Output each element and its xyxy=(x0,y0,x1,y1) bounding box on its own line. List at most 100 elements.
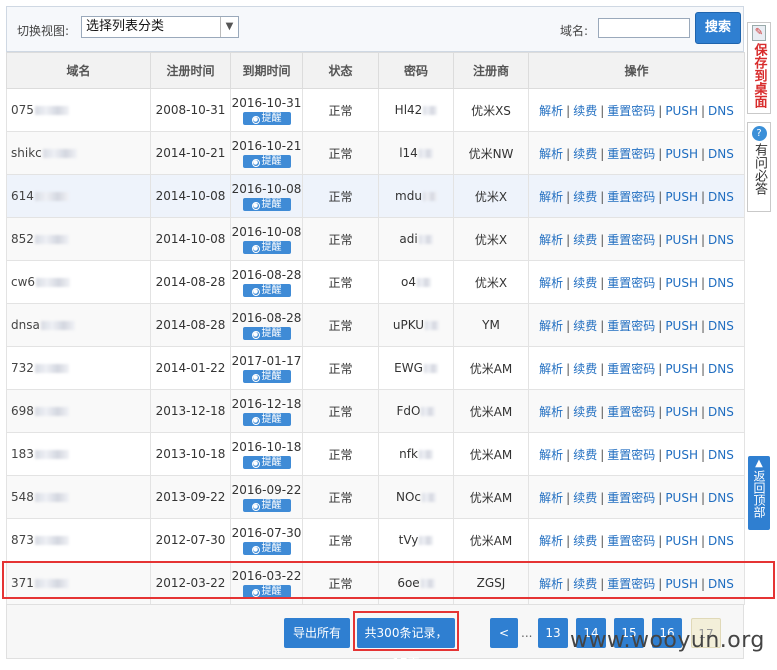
dns-link[interactable]: DNS xyxy=(708,147,734,161)
clock-icon: ● xyxy=(251,330,260,339)
push-link[interactable]: PUSH xyxy=(665,276,698,290)
renew-link[interactable]: 续费 xyxy=(573,190,597,204)
push-link[interactable]: PUSH xyxy=(665,147,698,161)
view-select[interactable]: 选择列表分类 ▼ xyxy=(81,16,239,38)
renew-link[interactable]: 续费 xyxy=(573,233,597,247)
renew-link[interactable]: 续费 xyxy=(573,319,597,333)
push-link[interactable]: PUSH xyxy=(665,491,698,505)
reset-password-link[interactable]: 重置密码 xyxy=(607,190,655,204)
resolve-link[interactable]: 解析 xyxy=(539,233,563,247)
domain-name: 873 xyxy=(11,533,34,547)
remind-button[interactable]: ● 提醒 xyxy=(242,240,291,254)
registrar-cell: 优米X xyxy=(453,260,529,304)
exp-date: 2016-10-18 xyxy=(231,439,302,454)
reset-password-link[interactable]: 重置密码 xyxy=(607,233,655,247)
dns-link[interactable]: DNS xyxy=(708,276,734,290)
registrar-cell: YM xyxy=(453,303,529,347)
remind-button[interactable]: ● 提醒 xyxy=(242,498,291,512)
dns-link[interactable]: DNS xyxy=(708,491,734,505)
reset-password-link[interactable]: 重置密码 xyxy=(607,534,655,548)
remind-button[interactable]: ● 提醒 xyxy=(242,111,291,125)
export-all-button[interactable]: 导出所有 xyxy=(284,618,350,648)
renew-link[interactable]: 续费 xyxy=(573,491,597,505)
reset-password-link[interactable]: 重置密码 xyxy=(607,491,655,505)
column-header: 状态 xyxy=(302,52,379,89)
remind-button[interactable]: ● 提醒 xyxy=(242,283,291,297)
resolve-link[interactable]: 解析 xyxy=(539,534,563,548)
resolve-link[interactable]: 解析 xyxy=(539,405,563,419)
domain-cell: shikc xyxy=(6,131,151,175)
dns-link[interactable]: DNS xyxy=(708,405,734,419)
resolve-link[interactable]: 解析 xyxy=(539,190,563,204)
remind-button[interactable]: ● 提醒 xyxy=(242,197,291,211)
registrar-cell: 优米X xyxy=(453,174,529,218)
exp-date-cell: 2016-08-28 ● 提醒 xyxy=(230,303,303,347)
resolve-link[interactable]: 解析 xyxy=(539,362,563,376)
domain-search-input[interactable] xyxy=(598,18,690,38)
push-link[interactable]: PUSH xyxy=(665,405,698,419)
renew-link[interactable]: 续费 xyxy=(573,104,597,118)
redacted-mask xyxy=(34,106,69,115)
search-button[interactable]: 搜索 xyxy=(695,12,741,44)
watermark: www.wooyun.org xyxy=(570,628,765,653)
ask-button[interactable]: ? 有问必答 xyxy=(747,122,771,212)
push-link[interactable]: PUSH xyxy=(665,534,698,548)
push-link[interactable]: PUSH xyxy=(665,319,698,333)
renew-link[interactable]: 续费 xyxy=(573,534,597,548)
reset-password-link[interactable]: 重置密码 xyxy=(607,104,655,118)
remind-button[interactable]: ● 提醒 xyxy=(242,369,291,383)
status-cell: 正常 xyxy=(302,217,379,261)
dns-link[interactable]: DNS xyxy=(708,190,734,204)
reset-password-link[interactable]: 重置密码 xyxy=(607,319,655,333)
save-to-desktop-button[interactable]: ✎ 保存到桌面 xyxy=(747,22,771,114)
resolve-link[interactable]: 解析 xyxy=(539,276,563,290)
renew-link[interactable]: 续费 xyxy=(573,276,597,290)
page-13-button[interactable]: 13 xyxy=(538,618,568,648)
reset-password-link[interactable]: 重置密码 xyxy=(607,405,655,419)
password-value: FdO xyxy=(396,404,421,418)
dns-link[interactable]: DNS xyxy=(708,319,734,333)
reset-password-link[interactable]: 重置密码 xyxy=(607,276,655,290)
actions-cell: 解析 | 续费 | 重置密码 | PUSH | DNS xyxy=(528,346,745,390)
registrar-cell: 优米AM xyxy=(453,518,529,562)
password-value: mdu xyxy=(395,189,422,203)
dns-link[interactable]: DNS xyxy=(708,534,734,548)
renew-link[interactable]: 续费 xyxy=(573,362,597,376)
remind-button[interactable]: ● 提醒 xyxy=(242,326,291,340)
renew-link[interactable]: 续费 xyxy=(573,448,597,462)
remind-button[interactable]: ● 提醒 xyxy=(242,412,291,426)
back-to-top-button[interactable]: ▲ 返回顶部 xyxy=(748,456,770,530)
dns-link[interactable]: DNS xyxy=(708,233,734,247)
remind-button[interactable]: ● 提醒 xyxy=(242,541,291,555)
speech-bubble-icon: ? xyxy=(751,126,767,141)
exp-date: 2017-01-17 xyxy=(231,353,302,368)
push-link[interactable]: PUSH xyxy=(665,233,698,247)
dns-link[interactable]: DNS xyxy=(708,448,734,462)
password-cell: adi xyxy=(378,217,454,261)
push-link[interactable]: PUSH xyxy=(665,362,698,376)
prev-page-button[interactable]: < xyxy=(490,618,518,648)
reg-date-cell: 2014-10-21 xyxy=(150,131,231,175)
push-link[interactable]: PUSH xyxy=(665,448,698,462)
reset-password-link[interactable]: 重置密码 xyxy=(607,448,655,462)
resolve-link[interactable]: 解析 xyxy=(539,491,563,505)
reset-password-link[interactable]: 重置密码 xyxy=(607,147,655,161)
dns-link[interactable]: DNS xyxy=(708,362,734,376)
resolve-link[interactable]: 解析 xyxy=(539,319,563,333)
push-link[interactable]: PUSH xyxy=(665,104,698,118)
resolve-link[interactable]: 解析 xyxy=(539,147,563,161)
resolve-link[interactable]: 解析 xyxy=(539,104,563,118)
highlight-summary-box xyxy=(353,611,459,651)
resolve-link[interactable]: 解析 xyxy=(539,448,563,462)
remind-button[interactable]: ● 提醒 xyxy=(242,154,291,168)
renew-link[interactable]: 续费 xyxy=(573,147,597,161)
column-header: 注册商 xyxy=(453,52,529,89)
dns-link[interactable]: DNS xyxy=(708,104,734,118)
redacted-mask xyxy=(40,321,75,330)
remind-button[interactable]: ● 提醒 xyxy=(242,455,291,469)
reset-password-link[interactable]: 重置密码 xyxy=(607,362,655,376)
redacted-mask xyxy=(425,321,440,330)
redacted-mask xyxy=(419,536,434,545)
renew-link[interactable]: 续费 xyxy=(573,405,597,419)
push-link[interactable]: PUSH xyxy=(665,190,698,204)
